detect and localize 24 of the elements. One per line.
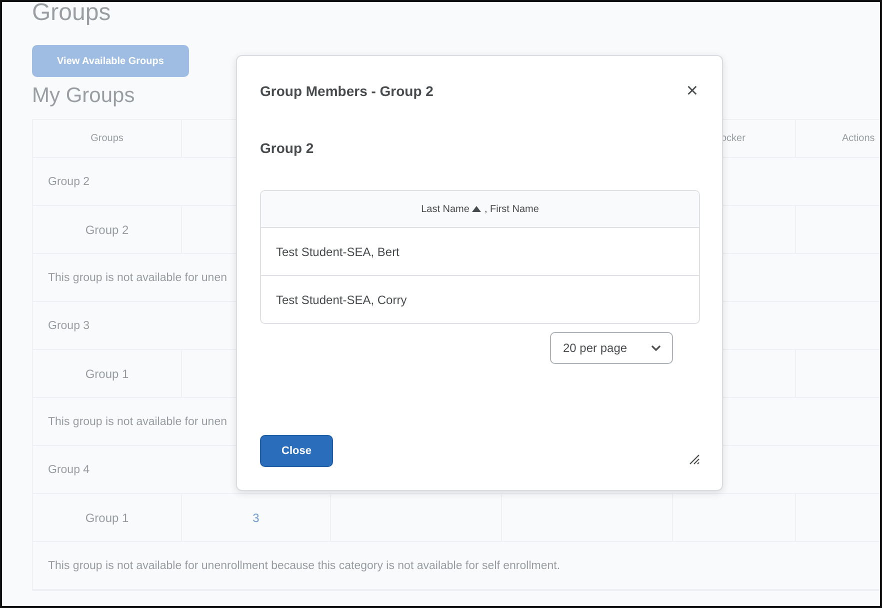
- column-header: Groups: [90, 133, 124, 144]
- resize-handle-icon[interactable]: [689, 454, 700, 465]
- sort-column-header[interactable]: Last Name: [421, 204, 470, 214]
- sort-ascending-icon: [472, 206, 482, 212]
- chevron-down-icon: [651, 345, 661, 351]
- column-header[interactable]: , First Name: [484, 204, 539, 214]
- member-name: Test Student-SEA, Corry: [276, 292, 407, 306]
- page-title: Groups: [32, 2, 111, 28]
- category-name: Group 4: [48, 464, 90, 476]
- group-heading: Group 2: [260, 140, 315, 158]
- category-name: Group 2: [48, 176, 90, 188]
- group-name: Group 1: [85, 510, 129, 524]
- unenrollment-notice: This group is not available for unenrollment because this category is not available for self enrollment.: [48, 560, 560, 572]
- category-name: Group 3: [48, 320, 90, 332]
- column-header: Actions: [842, 133, 875, 144]
- dialog-title: Group Members - Group 2: [260, 83, 434, 99]
- unenrollment-notice: This group is not available for unen: [48, 272, 227, 284]
- page-size-dropdown[interactable]: 20 per page: [550, 332, 673, 364]
- close-button[interactable]: Close: [260, 435, 333, 467]
- group-name: Group 1: [85, 366, 129, 380]
- member-name: Test Student-SEA, Bert: [276, 244, 400, 258]
- group-name: Group 2: [85, 222, 129, 236]
- section-title: My Groups: [32, 83, 135, 109]
- unenrollment-notice: This group is not available for unen: [48, 416, 227, 428]
